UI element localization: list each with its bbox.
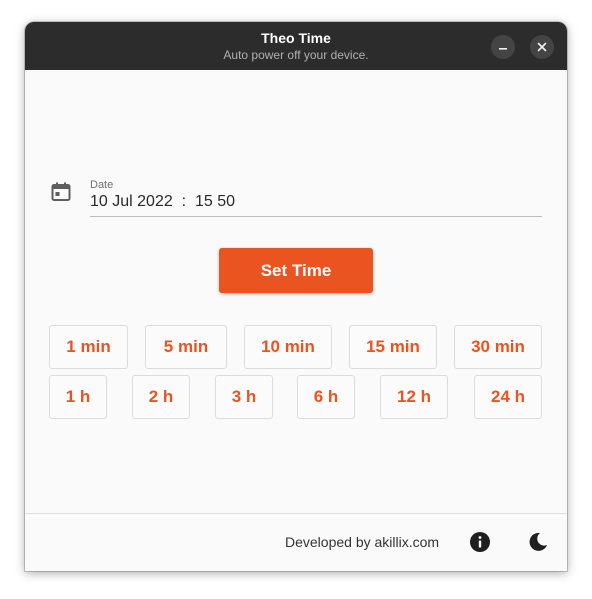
preset-15-min-button[interactable]: 15 min (349, 325, 437, 369)
preset-3-h-button[interactable]: 3 h (215, 375, 273, 419)
title-bar[interactable]: Theo Time Auto power off your device. (25, 22, 567, 70)
preset-2-h-button[interactable]: 2 h (132, 375, 190, 419)
date-label: Date (90, 179, 114, 191)
minimize-button[interactable] (491, 35, 515, 59)
preset-5-min-button[interactable]: 5 min (145, 325, 227, 369)
footer-divider (25, 513, 567, 514)
preset-12-h-button[interactable]: 12 h (380, 375, 448, 419)
preset-24-h-button[interactable]: 24 h (474, 375, 542, 419)
theme-toggle-button[interactable] (527, 531, 549, 553)
window-title: Theo Time (261, 30, 331, 46)
preset-1-min-button[interactable]: 1 min (49, 325, 128, 369)
preset-1-h-button[interactable]: 1 h (49, 375, 107, 419)
date-time-field[interactable]: 10 Jul 2022 : 15 50 (90, 192, 235, 212)
window-subtitle: Auto power off your device. (223, 48, 369, 62)
close-icon (537, 42, 547, 52)
close-button[interactable] (530, 35, 554, 59)
dark-mode-icon (529, 532, 547, 551)
developer-credit: Developed by akillix.com (285, 534, 440, 550)
minimize-icon (499, 48, 507, 50)
preset-10-min-button[interactable]: 10 min (244, 325, 332, 369)
info-icon (470, 532, 490, 552)
preset-30-min-button[interactable]: 30 min (454, 325, 542, 369)
info-button[interactable] (469, 531, 491, 553)
calendar-icon (51, 182, 71, 202)
app-window: Theo Time Auto power off your device. Da… (25, 22, 567, 571)
set-time-button[interactable]: Set Time (219, 248, 373, 293)
date-field-underline (90, 216, 542, 217)
preset-6-h-button[interactable]: 6 h (297, 375, 355, 419)
